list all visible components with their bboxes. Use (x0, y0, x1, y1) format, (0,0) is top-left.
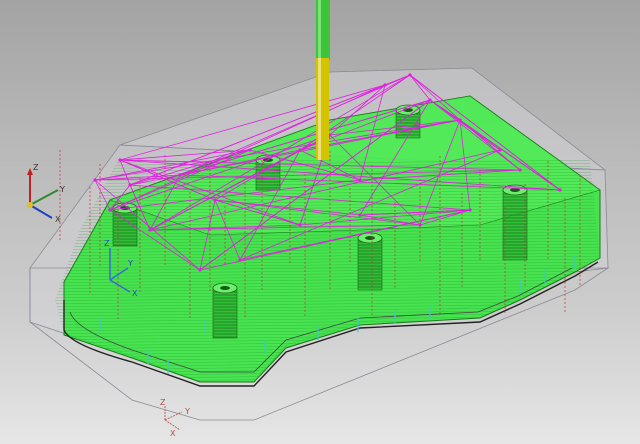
hatch-line (55, 357, 600, 365)
toolpath-scene[interactable]: Z Y X Z Y X Z Y X (0, 0, 640, 444)
rapid-node (383, 83, 387, 87)
rapid-node (213, 198, 217, 202)
rapid-node (198, 268, 202, 272)
rapid-node (118, 158, 122, 162)
rapid-node (498, 148, 502, 152)
hatch-line (55, 381, 600, 382)
hatch-line (55, 360, 600, 368)
wcs-z-label: Z (104, 239, 110, 248)
rapid-node (93, 178, 97, 182)
triad-z-label: Z (33, 163, 39, 172)
rapid-node (248, 148, 252, 152)
origin-y-axis (164, 411, 183, 421)
triad-x-axis (29, 204, 53, 219)
rapid-node (418, 223, 422, 227)
origin-y-label: Y (184, 407, 190, 416)
boss-hole (220, 286, 230, 290)
boss (212, 282, 238, 339)
wcs-y-label: Y (127, 259, 133, 268)
hatch-line (55, 369, 600, 377)
boss-wall (502, 189, 528, 261)
hatch-line (55, 372, 600, 380)
tool-cutter-highlight (318, 58, 321, 160)
rapid-node (408, 73, 412, 77)
cam-3d-viewport[interactable]: Z Y X Z Y X Z Y X (0, 0, 640, 444)
triad-origin-icon (27, 202, 33, 208)
origin-z-label: Z (160, 398, 166, 407)
boss-wall (357, 237, 383, 291)
machine-origin-triad: Z Y X (160, 398, 190, 438)
boss (502, 184, 528, 261)
hatch-line (55, 378, 600, 382)
hatch-line (55, 366, 600, 374)
rapid-node (238, 258, 242, 262)
hatch-line (55, 363, 600, 371)
rapid-node (148, 228, 152, 232)
rapid-node (108, 208, 112, 212)
rapid-node (298, 223, 302, 227)
triad-y-label: Y (59, 185, 65, 194)
hatch-line (55, 375, 600, 382)
rapid-node (358, 213, 362, 217)
rapid-node (518, 168, 522, 172)
tool-holder-highlight (318, 0, 321, 60)
boss-hole (365, 236, 375, 240)
rapid-node (128, 183, 132, 187)
rapid-node (428, 98, 432, 102)
rapid-node (458, 118, 462, 122)
rapid-node (178, 173, 182, 177)
tool-cutter (316, 58, 329, 160)
rapid-node (558, 188, 562, 192)
triad-x-label: X (55, 215, 61, 224)
rapid-node (358, 178, 362, 182)
rapid-node (468, 208, 472, 212)
origin-x-label: X (170, 429, 176, 438)
rapid-node (298, 148, 302, 152)
wcs-x-label: X (132, 289, 138, 298)
triad-y-axis (29, 189, 59, 206)
cutting-tool (316, 0, 330, 160)
boss (357, 232, 383, 291)
view-triad: Z Y X (27, 163, 65, 224)
